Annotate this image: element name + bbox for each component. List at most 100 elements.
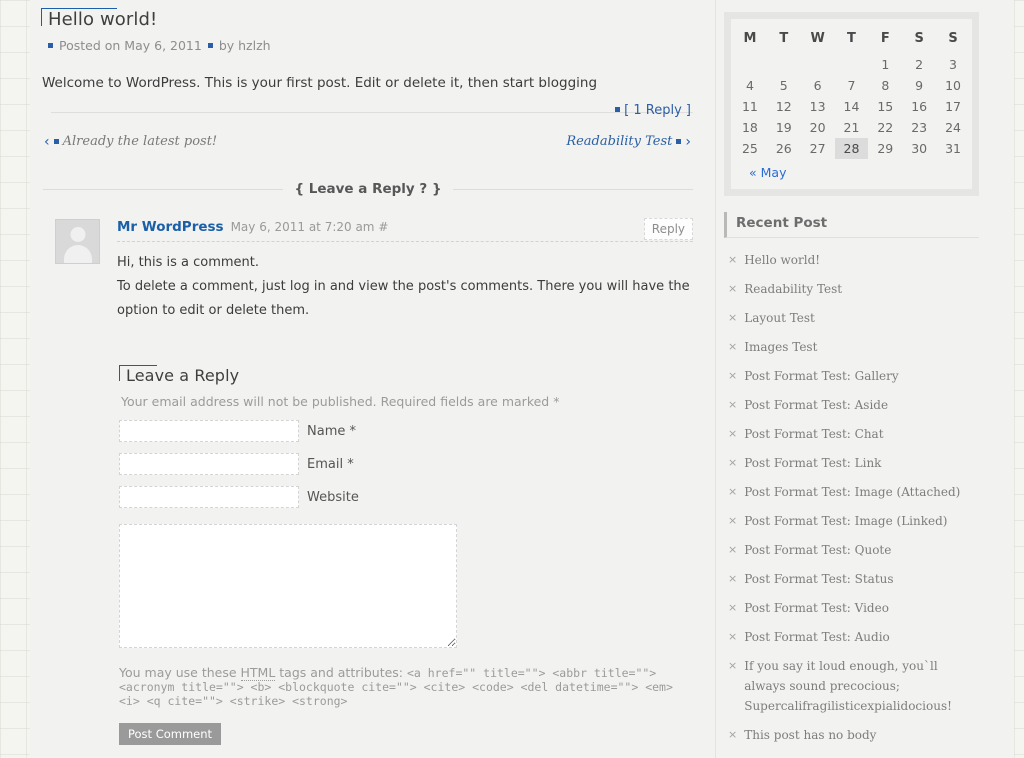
website-field[interactable] [119,486,299,508]
list-item: × Hello world! [728,246,974,275]
calendar-day[interactable]: 12 [767,96,801,117]
comment-textarea-wrapper [119,524,693,648]
recent-post-link[interactable]: Post Format Test: Link [744,453,881,473]
calendar-day[interactable]: 6 [801,75,835,96]
close-icon: × [728,427,738,440]
calendar-day[interactable]: 22 [868,117,902,138]
calendar-table: MTWTFSS 1 2 3 4 5 6 7 8 9 10 11 12 13 14 15 16 17 18 19 20 2… [733,28,970,183]
avatar [55,219,100,264]
recent-post-link[interactable]: 133 [744,754,767,758]
calendar-day[interactable]: 17 [936,96,970,117]
calendar-weekday-1: T [779,31,789,46]
calendar-day[interactable]: 2 [902,54,936,75]
reply-button[interactable]: Reply [643,218,693,240]
calendar-day[interactable]: 9 [902,75,936,96]
calendar-day[interactable]: 30 [902,138,936,159]
calendar-day[interactable]: 3 [936,54,970,75]
calendar-day[interactable]: 21 [835,117,869,138]
reply-count-link[interactable]: [ 1 Reply ] [624,103,691,118]
post-comment-button[interactable]: Post Comment [119,723,222,745]
calendar-day[interactable]: 18 [733,117,767,138]
comment-item: Mr WordPress May 6, 2011 at 7:20 am # Re… [41,218,693,323]
nav-previous: ‹ Already the latest post! [44,134,217,149]
calendar-day[interactable]: 19 [767,117,801,138]
calendar-day[interactable]: 14 [835,96,869,117]
calendar-day[interactable]: 26 [767,138,801,159]
recent-post-link[interactable]: If you say it loud enough, you`ll always… [744,656,974,716]
name-field[interactable] [119,420,299,442]
allowed-middle: tags and attributes: [275,665,407,680]
list-item: × 133 [728,750,974,758]
calendar-day[interactable]: 23 [902,117,936,138]
calendar-prev-cell: « May [733,159,970,183]
calendar-weekday-6: S [948,31,958,46]
list-item: × Post Format Test: Video [728,594,974,623]
content-shell: Hello world! Posted on May 6, 2011 by hz… [30,0,1014,758]
calendar-weekday-5: S [914,31,924,46]
recent-post-link[interactable]: Post Format Test: Status [744,569,893,589]
recent-post-link[interactable]: Post Format Test: Aside [744,395,888,415]
calendar-body: 1 2 3 4 5 6 7 8 9 10 11 12 13 14 15 16 17 18 19 20 21 22 23 24 2… [733,54,970,159]
comment-text: Hi, this is a comment. To delete a comme… [117,251,693,323]
calendar-day[interactable]: 13 [801,96,835,117]
recent-post-link[interactable]: Post Format Test: Quote [744,540,891,560]
recent-post-link[interactable]: Layout Test [744,308,815,328]
recent-post-link[interactable]: Post Format Test: Audio [744,627,890,647]
calendar-day[interactable]: 20 [801,117,835,138]
calendar-day[interactable]: 25 [733,138,767,159]
nav-next[interactable]: Readability Test › [566,134,691,149]
name-label: Name * [307,423,356,439]
bullet-square-icon [676,139,682,144]
calendar-widget: MTWTFSS 1 2 3 4 5 6 7 8 9 10 11 12 13 14 15 16 17 18 19 20 2… [724,12,979,196]
calendar-day[interactable]: 24 [936,117,970,138]
recent-post-link[interactable]: Hello world! [744,250,820,270]
list-item: × Post Format Test: Link [728,449,974,478]
list-item: × Post Format Test: Image (Linked) [728,507,974,536]
calendar-weekday-3: T [847,31,856,46]
post-article: Hello world! Posted on May 6, 2011 by hz… [30,0,715,149]
close-icon: × [728,398,738,411]
nav-next-label[interactable]: Readability Test [566,134,672,149]
calendar-header-row: MTWTFSS [733,28,970,54]
calendar-day[interactable]: 27 [801,138,835,159]
close-icon: × [728,485,738,498]
recent-post-link[interactable]: Readability Test [744,279,842,299]
calendar-day[interactable]: 31 [936,138,970,159]
comment-permalink[interactable]: # [378,220,388,234]
calendar-day[interactable]: 16 [902,96,936,117]
recent-post-link[interactable]: Images Test [744,337,817,357]
recent-posts-title: Recent Post [724,212,979,238]
chevron-left-icon: ‹ [44,133,50,150]
recent-post-link[interactable]: Post Format Test: Video [744,598,889,618]
calendar-day[interactable]: 5 [767,75,801,96]
bullet-square-icon [615,107,621,112]
recent-post-link[interactable]: Post Format Test: Image (Linked) [744,511,947,531]
recent-post-link[interactable]: Post Format Test: Gallery [744,366,898,386]
calendar-day[interactable]: 4 [733,75,767,96]
calendar-day[interactable]: 10 [936,75,970,96]
calendar-day-today[interactable]: 28 [834,138,869,159]
comment-text-line-1: Hi, this is a comment. [117,255,260,270]
email-field[interactable] [119,453,299,475]
comment-meta: Mr WordPress May 6, 2011 at 7:20 am # [117,219,693,242]
calendar-day[interactable]: 15 [868,96,902,117]
calendar-day[interactable]: 7 [835,75,869,96]
calendar-day[interactable]: 11 [733,96,767,117]
divider-line [452,188,694,190]
calendar-prev-month-link[interactable]: « May [733,165,786,180]
comment-textarea[interactable] [119,524,457,648]
close-icon: × [728,543,738,556]
recent-post-link[interactable]: Post Format Test: Image (Attached) [744,482,960,502]
calendar-day[interactable]: 1 [868,54,902,75]
recent-post-link[interactable]: Post Format Test: Chat [744,424,883,444]
recent-post-link[interactable]: This post has no body [744,725,876,745]
list-item: × Post Format Test: Aside [728,391,974,420]
post-date: Posted on May 6, 2011 [59,38,202,53]
calendar-day[interactable]: 29 [868,138,902,159]
website-label: Website [307,489,359,505]
field-row-email: Email * [119,453,693,475]
list-item: × This post has no body [728,721,974,750]
calendar-day-empty [835,54,869,75]
calendar-day[interactable]: 8 [868,75,902,96]
comment-author[interactable]: Mr WordPress [117,219,224,235]
